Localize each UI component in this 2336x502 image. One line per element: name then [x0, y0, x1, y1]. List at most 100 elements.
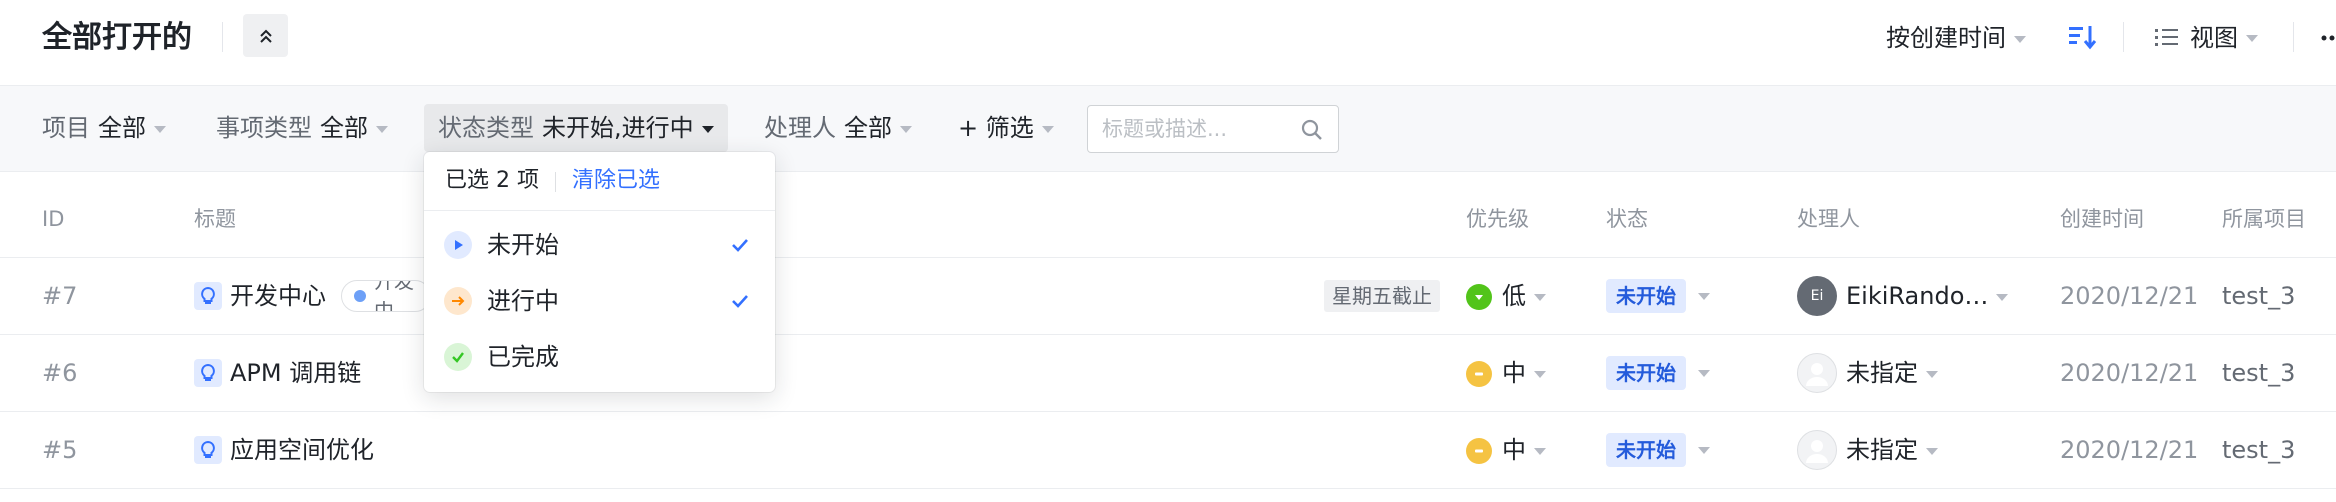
created-date: 2020/12/21 [2060, 436, 2199, 464]
table-row[interactable]: #6 APM 调用链 中 未开始 未指定 2020/12/21 test_3 [0, 335, 2336, 412]
chevron-down-icon [1926, 370, 1938, 378]
filter-label: 项目 [42, 114, 90, 142]
assignee-name: 未指定 [1846, 359, 1918, 387]
chevron-down-icon [1041, 125, 1054, 133]
page-title: 全部打开的 [42, 20, 192, 55]
search-input[interactable] [1102, 114, 1292, 144]
option-label: 已完成 [487, 343, 559, 371]
status-chevron-down-icon[interactable] [1698, 447, 1710, 454]
assignee-dropdown[interactable]: EikiRando… [1846, 278, 2009, 314]
priority-label: 中 [1502, 359, 1526, 387]
option-label: 未开始 [487, 231, 559, 259]
page-header: 全部打开的 按创建时间 视图 [0, 0, 2336, 86]
filter-bar: 项目 全部 事项类型 全部 状态类型 未开始,进行中 处理人 全部 + 筛选 [0, 86, 2336, 172]
priority-medium-icon [1466, 361, 1492, 387]
avatar: Ei [1797, 276, 1837, 316]
status-type-dropdown: 已选 2 项 清除已选 未开始 进行中 已完成 [424, 152, 775, 392]
chevron-down-icon [1534, 370, 1546, 378]
filter-value: 全部 [844, 114, 892, 142]
priority-dropdown[interactable]: 低 [1502, 278, 1546, 314]
status-chevron-down-icon[interactable] [1698, 370, 1710, 377]
chevron-down-icon [2246, 34, 2258, 42]
play-icon [444, 231, 472, 259]
lightbulb-icon [194, 436, 222, 464]
created-date: 2020/12/21 [2060, 359, 2199, 387]
more-icon[interactable] [2320, 26, 2336, 50]
created-date: 2020/12/21 [2060, 282, 2199, 310]
divider [2123, 22, 2124, 52]
filter-status-type[interactable]: 状态类型 未开始,进行中 [424, 104, 728, 152]
filter-value: 全部 [98, 114, 146, 142]
chevron-down-icon [154, 125, 166, 133]
priority-medium-icon [1466, 438, 1492, 464]
filter-assignee[interactable]: 处理人 全部 [764, 110, 912, 146]
issue-tag[interactable]: 开发中 [341, 280, 431, 312]
status-badge[interactable]: 未开始 [1606, 279, 1686, 313]
column-header-priority[interactable]: 优先级 [1466, 206, 1529, 232]
divider [222, 22, 223, 52]
view-dropdown[interactable]: 视图 [2154, 20, 2258, 56]
chevron-down-icon [1926, 447, 1938, 455]
filter-project[interactable]: 项目 全部 [42, 110, 166, 146]
project-name: test_3 [2222, 436, 2296, 464]
status-badge[interactable]: 未开始 [1606, 433, 1686, 467]
add-filter-button[interactable]: + 筛选 [958, 110, 1054, 146]
sort-label: 按创建时间 [1886, 24, 2006, 52]
search-box[interactable] [1087, 105, 1339, 153]
priority-label: 中 [1502, 436, 1526, 464]
option-not-started[interactable]: 未开始 [424, 217, 775, 273]
table-row[interactable]: #5 应用空间优化 中 未开始 未指定 2020/12/21 test_3 [0, 412, 2336, 489]
filter-label: 处理人 [764, 114, 836, 142]
issue-id: #5 [42, 436, 78, 464]
status-badge[interactable]: 未开始 [1606, 356, 1686, 390]
project-name: test_3 [2222, 282, 2296, 310]
collapse-button[interactable] [243, 14, 288, 57]
clear-selection-link[interactable]: 清除已选 [572, 152, 660, 210]
selected-count: 已选 2 项 [445, 168, 539, 193]
chevron-down-icon [900, 125, 912, 133]
sort-order-icon[interactable] [2066, 20, 2100, 54]
filter-label: 事项类型 [216, 114, 312, 142]
issue-title[interactable]: 应用空间优化 [230, 432, 374, 468]
priority-dropdown[interactable]: 中 [1502, 432, 1546, 468]
search-icon[interactable] [1300, 118, 1324, 142]
column-header-status[interactable]: 状态 [1606, 206, 1648, 232]
priority-label: 低 [1502, 282, 1526, 310]
assignee-dropdown[interactable]: 未指定 [1846, 355, 1938, 391]
check-icon [732, 239, 748, 252]
filter-issue-type[interactable]: 事项类型 全部 [216, 110, 388, 146]
status-chevron-down-icon[interactable] [1698, 293, 1710, 300]
dropdown-header: 已选 2 项 清除已选 [424, 152, 775, 211]
column-header-project[interactable]: 所属项目 [2222, 206, 2306, 232]
lightbulb-icon [194, 282, 222, 310]
priority-dropdown[interactable]: 中 [1502, 355, 1546, 391]
column-header-created[interactable]: 创建时间 [2060, 206, 2144, 232]
assignee-dropdown[interactable]: 未指定 [1846, 432, 1938, 468]
filter-value: 未开始,进行中 [542, 114, 694, 142]
double-chevron-up-icon [259, 29, 272, 43]
add-filter-label: + 筛选 [958, 114, 1034, 142]
option-completed[interactable]: 已完成 [424, 329, 775, 385]
avatar-placeholder-icon [1797, 430, 1837, 470]
table-header: ID 标题 优先级 状态 处理人 创建时间 所属项目 [0, 172, 2336, 258]
column-header-assignee[interactable]: 处理人 [1797, 206, 1860, 232]
check-icon [732, 295, 748, 308]
column-header-id[interactable]: ID [42, 206, 64, 232]
filter-value: 全部 [320, 114, 368, 142]
issue-title[interactable]: 开发中心 [230, 278, 326, 314]
priority-low-icon [1466, 284, 1492, 310]
sort-dropdown[interactable]: 按创建时间 [1886, 20, 2026, 56]
column-header-title[interactable]: 标题 [194, 206, 236, 232]
option-label: 进行中 [487, 287, 559, 315]
option-in-progress[interactable]: 进行中 [424, 273, 775, 329]
chevron-down-icon [1534, 447, 1546, 455]
check-circle-icon [444, 343, 472, 371]
tag-label: 开发中 [374, 280, 414, 312]
issue-title[interactable]: APM 调用链 [230, 355, 361, 391]
chevron-down-icon [701, 125, 714, 133]
table-row[interactable]: #7 开发中心 开发中 星期五截止 低 未开始 Ei EikiRando… 20… [0, 258, 2336, 335]
dot-icon [354, 290, 366, 302]
chevron-down-icon [1534, 293, 1546, 301]
divider [555, 172, 556, 192]
filter-label: 状态类型 [438, 114, 534, 142]
